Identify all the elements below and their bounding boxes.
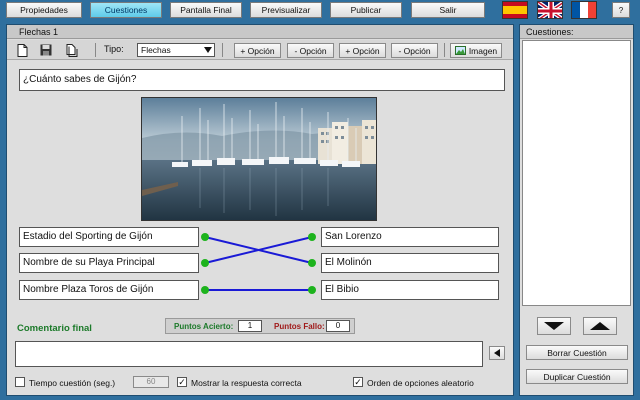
tiempo-checkbox[interactable] — [15, 377, 25, 387]
left-connector-dot[interactable] — [201, 233, 209, 241]
puntos-box: Puntos Acierto: 1 Puntos Fallo: 0 — [165, 318, 355, 334]
orden-aleatorio-checkbox[interactable]: ✓ — [353, 377, 363, 387]
add-left-option-button[interactable]: + Opción — [234, 43, 281, 58]
duplicate-document-icon[interactable] — [65, 43, 79, 57]
connection-line[interactable] — [204, 236, 313, 264]
triangle-down-icon — [544, 322, 564, 330]
borrar-cuestion-button[interactable]: Borrar Cuestión — [526, 345, 628, 360]
questions-panel: Cuestiones: Borrar Cuestión Duplicar Cue… — [519, 24, 634, 396]
tipo-select[interactable]: Flechas — [137, 43, 215, 57]
right-option-3[interactable]: El Bibio — [321, 280, 499, 300]
connection-line[interactable] — [204, 236, 313, 264]
tipo-select-value: Flechas — [141, 45, 171, 55]
toolbar-divider — [222, 43, 223, 57]
left-connector-dot[interactable] — [201, 259, 209, 267]
puntos-acierto-input[interactable]: 1 — [238, 320, 262, 332]
salir-button[interactable]: Salir — [411, 2, 485, 18]
mostrar-respuesta-label: Mostrar la respuesta correcta — [191, 378, 302, 388]
add-right-option-button[interactable]: + Opción — [339, 43, 386, 58]
questions-panel-title: Cuestiones: — [520, 25, 633, 39]
new-document-icon[interactable] — [15, 43, 29, 57]
save-icon[interactable] — [39, 43, 53, 57]
move-up-button[interactable] — [583, 317, 617, 335]
right-option-2[interactable]: El Molinón — [321, 253, 499, 273]
comentario-final-input[interactable] — [15, 341, 483, 367]
question-input[interactable]: ¿Cuánto sabes de Gijón? — [19, 69, 505, 91]
cuestiones-button[interactable]: Cuestiones — [90, 2, 162, 18]
tiempo-input[interactable]: 60 — [133, 376, 169, 388]
tiempo-label: Tiempo cuestión (seg.) — [29, 378, 116, 388]
spanish-flag-icon[interactable] — [502, 1, 528, 19]
left-option-1[interactable]: Estadio del Sporting de Gijón — [19, 227, 199, 247]
questions-list[interactable] — [522, 40, 631, 306]
imagen-button[interactable]: Imagen — [450, 43, 502, 58]
puntos-fallo-label: Puntos Fallo: — [274, 322, 325, 331]
options-row: Tiempo cuestión (seg.) 60 ✓ Mostrar la r… — [7, 375, 513, 391]
orden-aleatorio-label: Orden de opciones aleatorio — [367, 378, 474, 388]
propiedades-button[interactable]: Propiedades — [6, 2, 82, 18]
remove-left-option-button[interactable]: - Opción — [287, 43, 334, 58]
right-connector-dot[interactable] — [308, 233, 316, 241]
pantalla-final-button[interactable]: Pantalla Final — [170, 2, 242, 18]
help-button[interactable]: ? — [612, 2, 630, 18]
duplicar-cuestion-button[interactable]: Duplicar Cuestión — [526, 369, 628, 384]
publicar-button[interactable]: Publicar — [330, 2, 402, 18]
remove-right-option-button[interactable]: - Opción — [391, 43, 438, 58]
uk-flag-icon[interactable] — [537, 1, 563, 19]
previsualizar-button[interactable]: Previsualizar — [250, 2, 322, 18]
toolbar-divider — [95, 43, 96, 57]
question-toolbar: Tipo: Flechas + Opción - Opción + Opción… — [7, 40, 513, 60]
collapse-comment-button[interactable] — [489, 346, 505, 360]
right-option-1[interactable]: San Lorenzo — [321, 227, 499, 247]
comentario-final-label: Comentario final — [17, 323, 92, 334]
mostrar-respuesta-checkbox[interactable]: ✓ — [177, 377, 187, 387]
toolbar-divider — [444, 43, 445, 57]
puntos-fallo-input[interactable]: 0 — [326, 320, 350, 332]
imagen-button-label: Imagen — [468, 45, 498, 56]
question-image — [141, 97, 377, 221]
left-option-3[interactable]: Nombre Plaza Toros de Gijón — [19, 280, 199, 300]
chevron-down-icon — [203, 45, 213, 55]
left-connector-dot[interactable] — [201, 286, 209, 294]
triangle-up-icon — [590, 322, 610, 330]
menu-bar: Propiedades Cuestiones Pantalla Final Pr… — [0, 0, 640, 20]
left-option-2[interactable]: Nombre de su Playa Principal — [19, 253, 199, 273]
right-connector-dot[interactable] — [308, 259, 316, 267]
french-flag-icon[interactable] — [571, 1, 597, 19]
question-editor-panel: Flechas 1 Tipo: Flechas + Opción - Opció… — [6, 24, 514, 396]
move-down-button[interactable] — [537, 317, 571, 335]
right-connector-dot[interactable] — [308, 286, 316, 294]
triangle-left-icon — [494, 349, 500, 357]
question-title: Flechas 1 — [7, 25, 513, 39]
puntos-acierto-label: Puntos Acierto: — [174, 322, 234, 331]
image-icon — [454, 46, 466, 55]
tipo-label: Tipo: — [104, 44, 124, 54]
